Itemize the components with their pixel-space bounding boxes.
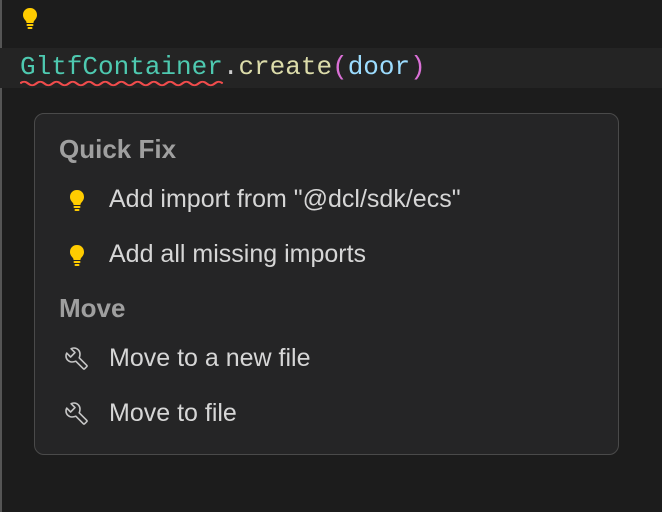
action-label: Move to file <box>109 399 594 428</box>
current-line-highlight: GltfContainer .create(door) <box>0 48 662 88</box>
wrench-icon <box>63 400 91 428</box>
action-move-to-file[interactable]: Move to file <box>35 389 618 438</box>
lightbulb-icon[interactable] <box>18 6 42 35</box>
action-label: Add all missing imports <box>109 240 594 269</box>
lightbulb-icon <box>63 241 91 269</box>
token-arg: door <box>348 52 410 82</box>
editor-viewport: GltfContainer .create(door) Quick Fix Ad… <box>0 0 662 512</box>
action-label: Add import from "@dcl/sdk/ecs" <box>109 185 594 214</box>
wrench-icon <box>63 345 91 373</box>
action-add-import[interactable]: Add import from "@dcl/sdk/ecs" <box>35 175 618 224</box>
action-move-new-file[interactable]: Move to a new file <box>35 334 618 383</box>
token-dot: . <box>223 52 239 82</box>
quickfix-popup: Quick Fix Add import from "@dcl/sdk/ecs" <box>34 113 619 455</box>
token-type: GltfContainer <box>20 52 223 82</box>
section-header-move: Move <box>35 289 618 334</box>
token-lparen: ( <box>332 52 348 82</box>
token-method: create <box>238 52 332 82</box>
token-rparen: ) <box>410 52 426 82</box>
action-label: Move to a new file <box>109 344 594 373</box>
code-line[interactable]: GltfContainer .create(door) <box>20 52 426 82</box>
lightbulb-icon <box>63 186 91 214</box>
action-add-all-imports[interactable]: Add all missing imports <box>35 230 618 279</box>
error-squiggle <box>20 80 223 87</box>
section-header-quickfix: Quick Fix <box>35 130 618 175</box>
